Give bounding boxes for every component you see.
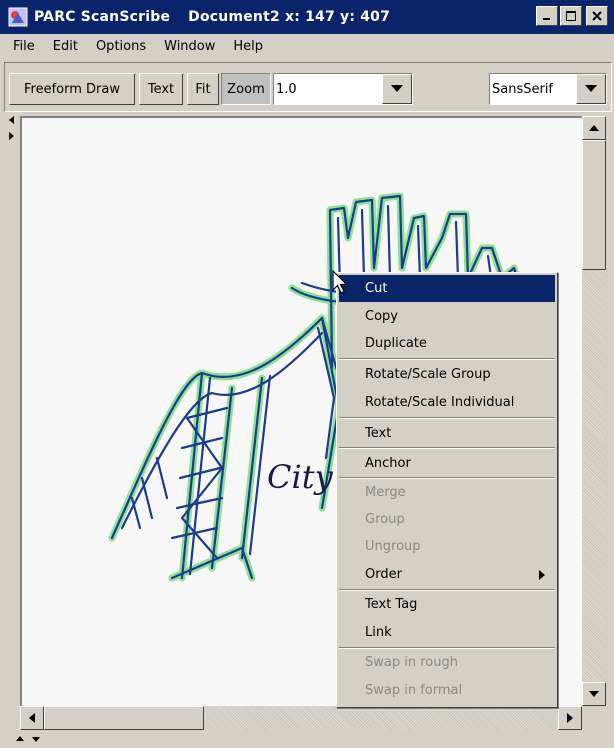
arrow-right-icon [567, 713, 573, 723]
scroll-left-button[interactable] [20, 706, 44, 730]
zoom-combo[interactable]: 1.0 [273, 73, 413, 105]
menu-item-order-label: Order [365, 567, 402, 582]
collapse-arrows-icon [16, 736, 40, 742]
app-name: PARC ScanScribe [34, 9, 171, 25]
chevron-down-icon [391, 85, 403, 92]
menu-item-swap-in-rough[interactable]: Swap in rough [339, 649, 555, 676]
toolbar: Freeform Draw Text Fit Zoom 1.0 SansSeri… [4, 62, 612, 112]
menu-separator [339, 417, 555, 419]
menu-item-link[interactable]: Link [339, 619, 555, 646]
maximize-button[interactable] [560, 6, 582, 26]
minimize-icon [543, 18, 550, 20]
chevron-down-icon [585, 85, 597, 92]
freeform-draw-button[interactable]: Freeform Draw [9, 73, 135, 105]
window-title: PARC ScanScribe Document2 x: 147 y: 407 [34, 9, 390, 25]
menu-item-order[interactable]: Order [339, 561, 555, 588]
zoom-value[interactable]: 1.0 [274, 82, 382, 97]
font-value[interactable]: SansSerif [490, 82, 576, 97]
text-button[interactable]: Text [139, 73, 183, 105]
menu-item-group[interactable]: Group [339, 506, 555, 533]
menu-window[interactable]: Window [155, 34, 224, 60]
collapse-arrows-icon [9, 116, 14, 140]
menu-file[interactable]: File [4, 34, 44, 60]
scroll-corner [582, 706, 606, 730]
title-bar[interactable]: PARC ScanScribe Document2 x: 147 y: 407 [0, 0, 614, 34]
vertical-scrollbar[interactable] [582, 116, 606, 706]
maximize-icon [566, 11, 576, 21]
close-icon [592, 11, 602, 21]
vertical-scroll-thumb[interactable] [582, 140, 606, 270]
app-icon [8, 7, 28, 27]
horizontal-scrollbar[interactable] [20, 706, 582, 730]
menu-item-text[interactable]: Text [339, 420, 555, 447]
menu-help[interactable]: Help [224, 34, 272, 60]
bottom-divider[interactable] [14, 733, 44, 745]
menu-item-anchor[interactable]: Anchor [339, 450, 555, 477]
minimize-button[interactable] [536, 6, 558, 26]
scroll-right-button[interactable] [558, 706, 582, 730]
menu-item-swap-in-formal[interactable]: Swap in formal [339, 677, 555, 704]
menu-item-cut[interactable]: Cut [339, 275, 555, 302]
menu-item-merge[interactable]: Merge [339, 479, 555, 506]
menu-item-copy[interactable]: Copy [339, 303, 555, 330]
arrow-left-icon [29, 713, 35, 723]
mouse-cursor-icon [332, 270, 348, 294]
arrow-up-icon [589, 125, 599, 131]
document-title: Document2 x: 147 y: 407 [188, 9, 391, 25]
zoom-dropdown-button[interactable] [382, 74, 412, 104]
scroll-up-button[interactable] [582, 116, 606, 140]
menu-item-text-tag[interactable]: Text Tag [339, 591, 555, 618]
zoom-button[interactable]: Zoom [221, 73, 271, 105]
menu-edit[interactable]: Edit [44, 34, 87, 60]
font-combo[interactable]: SansSerif [489, 73, 607, 105]
sketch-text[interactable]: City [267, 458, 334, 496]
menu-separator [339, 447, 555, 449]
menu-separator [339, 358, 555, 360]
submenu-arrow-icon [539, 570, 545, 580]
fit-button[interactable]: Fit [187, 73, 219, 105]
menu-options[interactable]: Options [87, 34, 155, 60]
menu-bar: File Edit Options Window Help [0, 34, 614, 60]
arrow-down-icon [589, 691, 599, 697]
font-dropdown-button[interactable] [576, 74, 606, 104]
menu-item-ungroup[interactable]: Ungroup [339, 533, 555, 560]
close-button[interactable] [586, 6, 608, 26]
horizontal-scroll-thumb[interactable] [44, 706, 204, 730]
menu-item-rotate-scale-group[interactable]: Rotate/Scale Group [339, 361, 555, 388]
menu-item-duplicate[interactable]: Duplicate [339, 330, 555, 357]
menu-item-rotate-scale-individual[interactable]: Rotate/Scale Individual [339, 389, 555, 416]
context-menu: Cut Copy Duplicate Rotate/Scale Group Ro… [336, 272, 558, 708]
scroll-down-button[interactable] [582, 682, 606, 706]
